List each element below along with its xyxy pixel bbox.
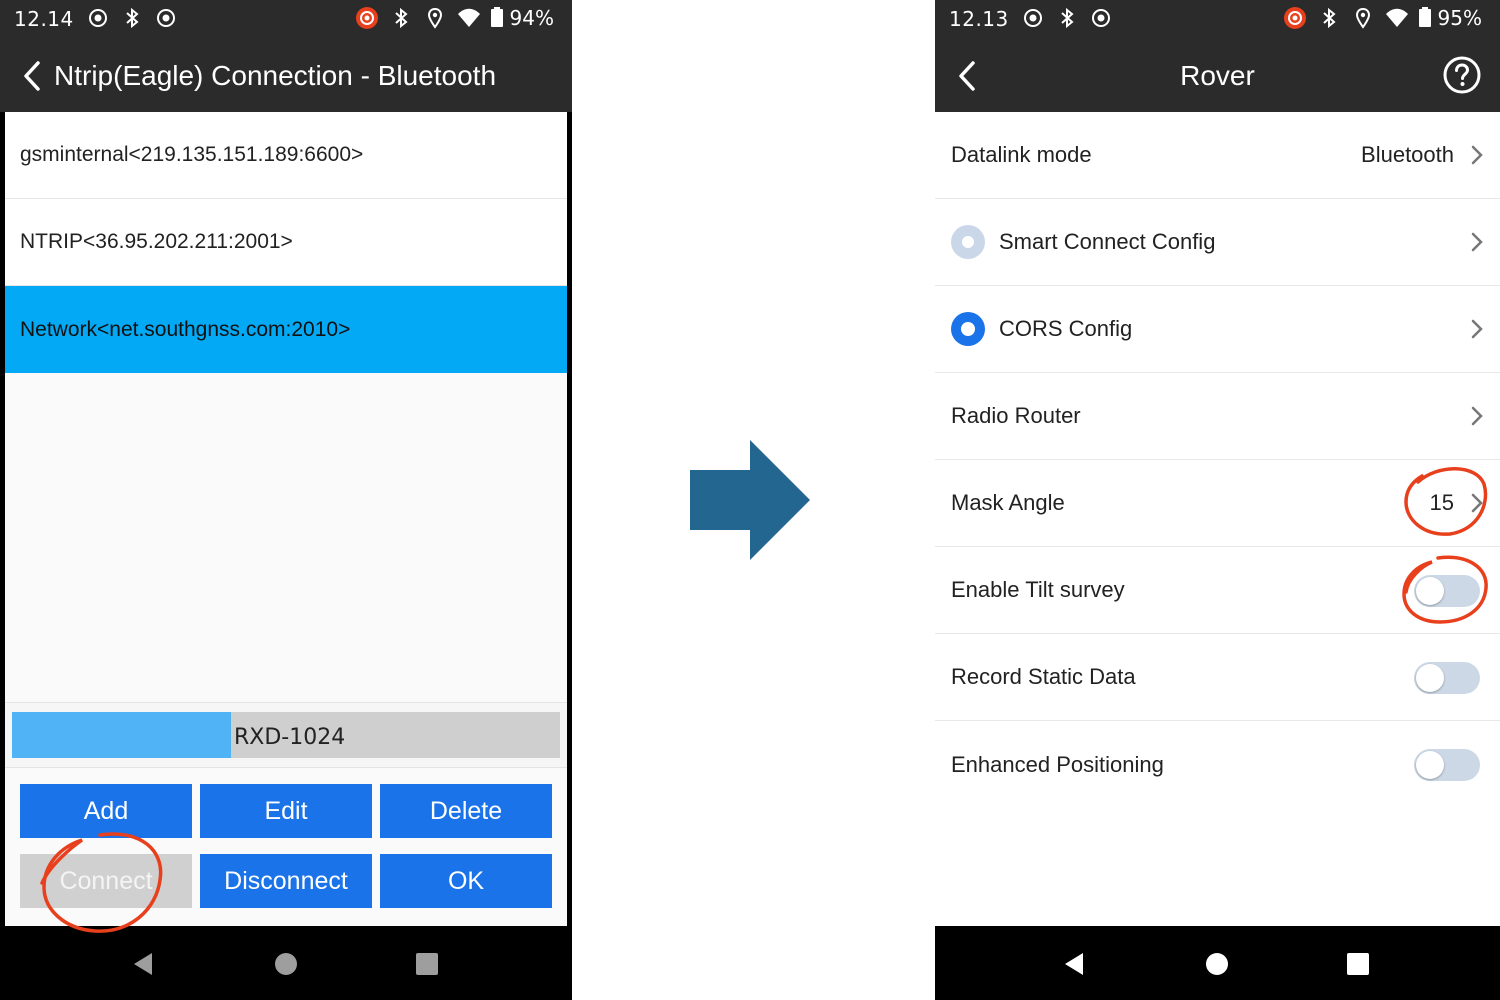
progress-label: RXD-1024 xyxy=(234,725,346,750)
location-icon xyxy=(428,7,443,29)
screen-record-icon xyxy=(1284,7,1307,29)
delete-button[interactable]: Delete xyxy=(380,784,552,838)
record-target-icon xyxy=(1024,9,1042,27)
nav-home-icon[interactable] xyxy=(272,950,300,978)
system-nav-bar xyxy=(935,926,1500,1000)
title-bar: Rover xyxy=(935,40,1500,112)
battery-indicator: 95% xyxy=(1419,6,1482,30)
radio-router-row[interactable]: Radio Router xyxy=(935,373,1500,460)
edit-button[interactable]: Edit xyxy=(200,784,372,838)
wifi-icon xyxy=(1386,8,1409,27)
status-left-icons xyxy=(86,6,178,30)
datalink-mode-row[interactable]: Datalink mode Bluetooth xyxy=(935,112,1500,199)
rxd-progress-bar: RXD-1024 xyxy=(12,712,560,758)
status-right-icons: 94% xyxy=(355,6,554,30)
page-title: Rover xyxy=(1180,60,1255,91)
toggle-knob xyxy=(1416,664,1444,692)
toggle-knob xyxy=(1416,751,1444,779)
tilt-survey-row: Enable Tilt survey xyxy=(935,547,1500,634)
datalink-mode-label: Datalink mode xyxy=(951,142,1092,167)
battery-indicator: 94% xyxy=(491,6,554,30)
location-icon xyxy=(1356,7,1371,29)
nav-recents-icon[interactable] xyxy=(1344,950,1372,978)
add-button[interactable]: Add xyxy=(20,784,192,838)
enhanced-positioning-label: Enhanced Positioning xyxy=(951,751,1164,777)
tilt-survey-toggle[interactable] xyxy=(1414,575,1480,607)
bluetooth-icon xyxy=(395,7,408,29)
status-right-icons: 95% xyxy=(1283,6,1482,30)
nav-back-icon[interactable] xyxy=(130,950,158,978)
right-arrow-icon xyxy=(690,440,810,560)
battery-percent: 94% xyxy=(509,6,554,30)
mask-angle-label: Mask Angle xyxy=(951,490,1065,515)
chevron-right-icon xyxy=(1471,319,1483,339)
tilt-survey-label: Enable Tilt survey xyxy=(951,577,1125,602)
enhanced-positioning-toggle[interactable] xyxy=(1414,749,1480,781)
status-bar: 12.13 95% xyxy=(935,0,1500,40)
connection-item[interactable]: gsminternal<219.135.151.189:6600> xyxy=(5,112,567,199)
chevron-right-icon xyxy=(1471,145,1483,165)
rover-settings-list: Datalink mode Bluetooth Smart Connect Co… xyxy=(935,112,1500,926)
radio-router-label: Radio Router xyxy=(951,403,1081,428)
chevron-right-icon xyxy=(1471,232,1483,252)
enhanced-positioning-row: Enhanced Positioning xyxy=(935,721,1500,808)
system-nav-bar xyxy=(0,926,572,1000)
left-phone-screen: 12.14 94% Ntrip(Eagle) Connection - Blue… xyxy=(0,0,572,1000)
chevron-right-icon xyxy=(1471,493,1483,513)
ok-button[interactable]: OK xyxy=(380,854,552,908)
smart-connect-radio[interactable] xyxy=(951,225,985,259)
status-bar: 12.14 94% xyxy=(0,0,572,40)
toggle-knob xyxy=(1416,577,1444,605)
mask-angle-value: 15 xyxy=(1429,490,1454,515)
cors-config-row[interactable]: CORS Config xyxy=(935,286,1500,373)
help-circle-icon[interactable] xyxy=(1442,55,1482,95)
disconnect-button[interactable]: Disconnect xyxy=(200,854,372,908)
cors-config-radio[interactable] xyxy=(951,312,985,346)
page-title: Ntrip(Eagle) Connection - Bluetooth xyxy=(54,60,497,91)
connection-item-selected[interactable]: Network<net.southgnss.com:2010> xyxy=(5,286,567,373)
screen-record-icon xyxy=(356,7,379,29)
smart-connect-label: Smart Connect Config xyxy=(999,229,1216,254)
rxd-progress-area: RXD-1024 xyxy=(5,702,567,768)
battery-icon xyxy=(1419,7,1432,27)
action-buttons: Add Edit Delete Connect Disconnect OK xyxy=(20,784,552,908)
wifi-icon xyxy=(458,8,481,27)
connection-item[interactable]: NTRIP<36.95.202.211:2001> xyxy=(5,199,567,286)
datalink-mode-value: Bluetooth xyxy=(1361,142,1454,167)
chevron-right-icon xyxy=(1471,406,1483,426)
right-phone-screen: 12.13 95% Rover Datalink mode Bluetooth … xyxy=(935,0,1500,1000)
mask-angle-row[interactable]: Mask Angle 15 xyxy=(935,460,1500,547)
record-target-icon xyxy=(157,9,175,27)
back-chevron-icon[interactable] xyxy=(18,58,48,94)
record-target-icon xyxy=(89,9,107,27)
status-time: 12.13 xyxy=(949,7,1009,31)
nav-home-icon[interactable] xyxy=(1203,950,1231,978)
connection-panel: gsminternal<219.135.151.189:6600> NTRIP<… xyxy=(5,112,567,926)
nav-back-icon[interactable] xyxy=(1061,950,1089,978)
cors-config-label: CORS Config xyxy=(999,316,1133,341)
bluetooth-icon xyxy=(1323,7,1336,29)
comparison-stage: 12.14 94% Ntrip(Eagle) Connection - Blue… xyxy=(0,0,1500,1000)
smart-connect-row[interactable]: Smart Connect Config xyxy=(935,199,1500,286)
bluetooth-icon xyxy=(1061,7,1074,29)
status-left-icons xyxy=(1021,6,1113,30)
record-target-icon xyxy=(1092,9,1110,27)
nav-recents-icon[interactable] xyxy=(413,950,441,978)
connect-button[interactable]: Connect xyxy=(20,854,192,908)
record-static-toggle[interactable] xyxy=(1414,662,1480,694)
record-static-label: Record Static Data xyxy=(951,664,1136,689)
title-bar: Ntrip(Eagle) Connection - Bluetooth xyxy=(0,40,572,112)
battery-icon xyxy=(491,7,504,27)
bluetooth-icon xyxy=(126,7,139,29)
progress-fill xyxy=(12,712,232,758)
battery-percent: 95% xyxy=(1437,6,1482,30)
record-static-row: Record Static Data xyxy=(935,634,1500,721)
status-time: 12.14 xyxy=(14,7,74,31)
